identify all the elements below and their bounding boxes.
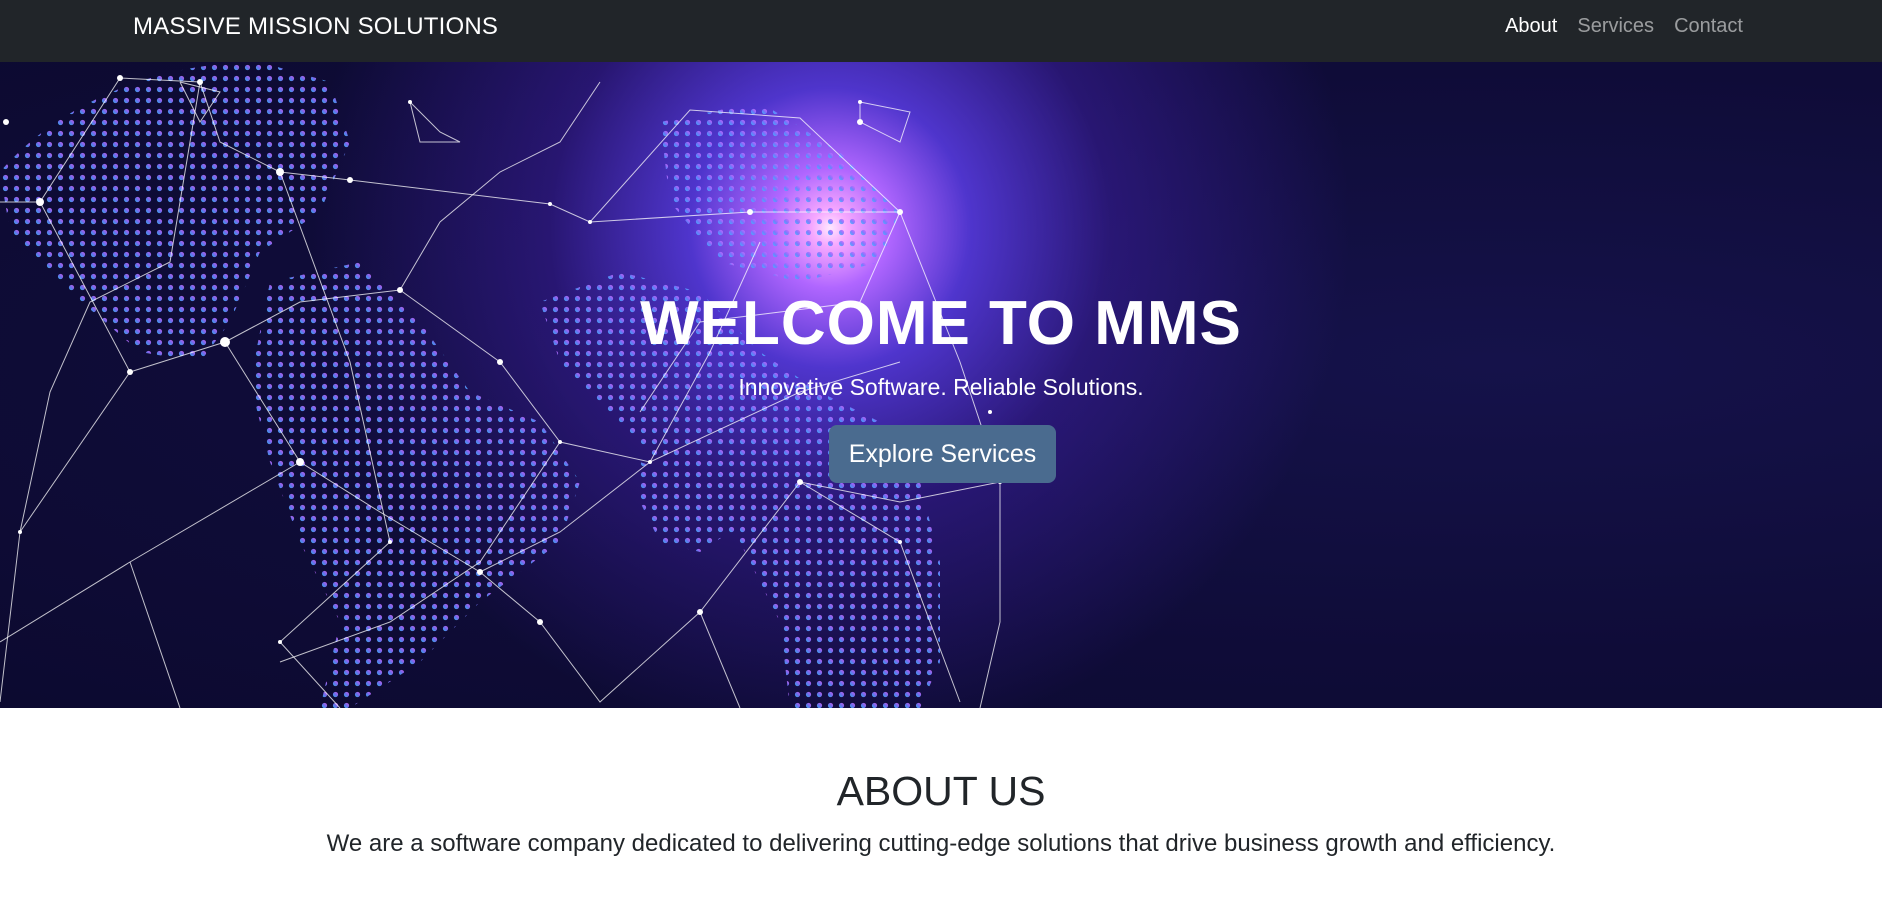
nav-link-services[interactable]: Services xyxy=(1577,15,1654,38)
hero-section: WELCOME TO MMS Innovative Software. Reli… xyxy=(0,62,1882,708)
nav-link-about[interactable]: About xyxy=(1505,15,1557,38)
about-section: ABOUT US We are a software company dedic… xyxy=(0,708,1882,912)
about-title: ABOUT US xyxy=(836,768,1046,814)
explore-services-button[interactable]: Explore Services xyxy=(829,425,1056,483)
about-description: We are a software company dedicated to d… xyxy=(326,830,1556,857)
nav-links: About Services Contact xyxy=(1505,15,1743,38)
top-navbar: MASSIVE MISSION SOLUTIONS About Services… xyxy=(0,0,1882,62)
hero-subtitle: Innovative Software. Reliable Solutions. xyxy=(738,374,1144,400)
hero-title: WELCOME TO MMS xyxy=(640,289,1242,358)
nav-link-contact[interactable]: Contact xyxy=(1674,15,1743,38)
brand-logo-text[interactable]: MASSIVE MISSION SOLUTIONS xyxy=(133,13,498,41)
